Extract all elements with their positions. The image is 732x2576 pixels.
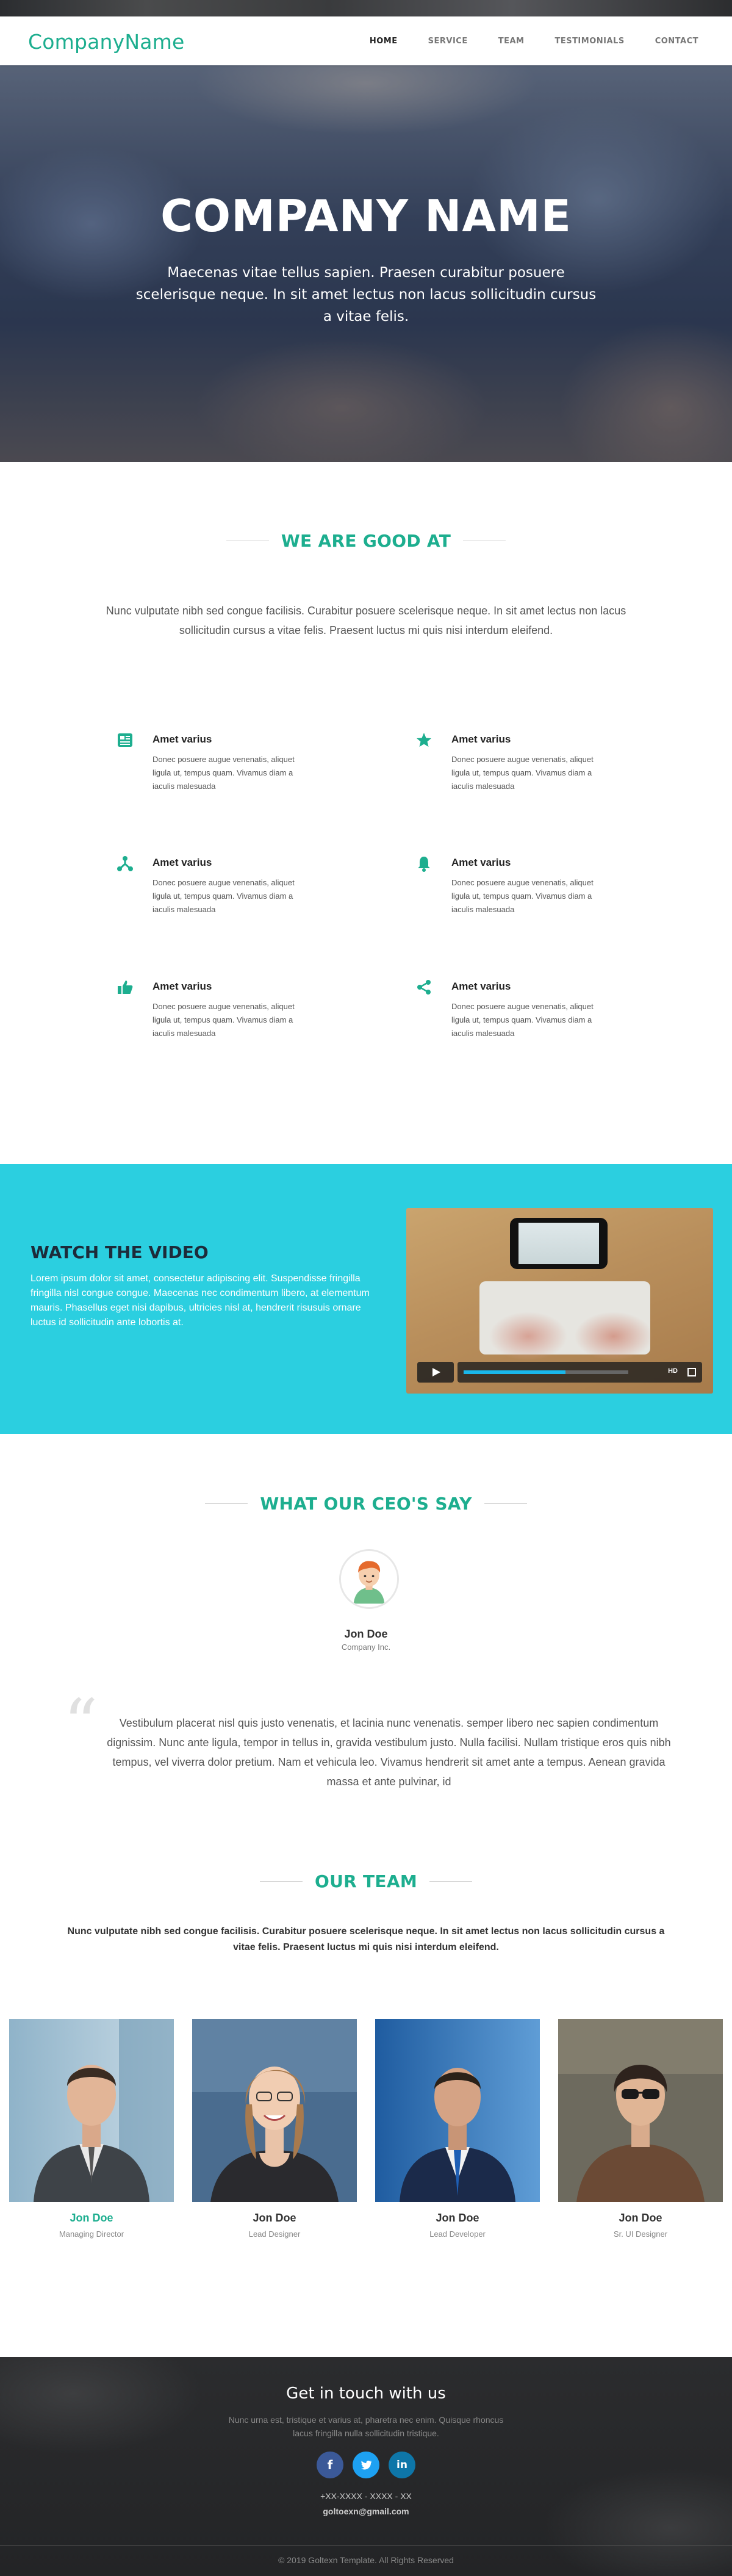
navbar: CompanyName HOME SERVICE TEAM TESTIMONIA… — [0, 16, 732, 65]
heading-line-right — [429, 1881, 472, 1882]
good-at-heading: WE ARE GOOD AT — [0, 531, 732, 551]
hd-toggle[interactable]: HD — [668, 1367, 678, 1375]
fullscreen-icon[interactable] — [687, 1368, 696, 1376]
top-strip — [0, 0, 732, 16]
team-member-photo — [192, 2019, 357, 2202]
play-icon[interactable] — [417, 1362, 454, 1383]
feature-title: Amet varius — [152, 857, 212, 868]
heading-line-left — [205, 1503, 248, 1504]
nav-service[interactable]: SERVICE — [413, 37, 483, 46]
team-member-role: Lead Designer — [248, 2229, 301, 2239]
footer: Get in touch with us Nunc urna est, tris… — [0, 2357, 732, 2576]
nav-testimonials[interactable]: TESTIMONIALS — [539, 37, 639, 46]
footer-phone: +XX-XXXX - XXXX - XX — [320, 2491, 412, 2501]
feature-text: Donec posuere augue venenatis, aliquet l… — [451, 755, 594, 791]
feature-text: Donec posuere augue venenatis, aliquet l… — [451, 878, 594, 914]
heading-line-right — [484, 1503, 527, 1504]
feature-title: Amet varius — [451, 857, 511, 868]
team-member-role: Managing Director — [59, 2229, 124, 2239]
good-at-title: WE ARE GOOD AT — [281, 531, 451, 551]
testimonials-heading: WHAT OUR CEO'S SAY — [0, 1494, 732, 1514]
team-member-card[interactable]: Jon Doe Lead Designer — [192, 2019, 357, 2239]
feature-title: Amet varius — [152, 733, 212, 745]
feature-text: Donec posuere augue venenatis, aliquet l… — [451, 1002, 594, 1038]
team-heading: OUR TEAM — [0, 1871, 732, 1891]
hero-banner: COMPANY NAME Maecenas vitae tellus sapie… — [0, 65, 732, 462]
nav-contact[interactable]: CONTACT — [640, 37, 714, 46]
footer-text: Nunc urna est, tristique et varius at, p… — [228, 2415, 504, 2438]
video-progress-fill — [464, 1370, 566, 1374]
feature-title: Amet varius — [451, 733, 511, 745]
testimonial-quote: Vestibulum placerat nisl quis justo vene… — [107, 1717, 671, 1788]
team-member-role: Sr. UI Designer — [613, 2229, 668, 2239]
video-text: Lorem ipsum dolor sit amet, consectetur … — [30, 1273, 370, 1328]
brand-logo[interactable]: CompanyName — [28, 30, 185, 54]
team-title: OUR TEAM — [314, 1871, 417, 1891]
team-member-name: Jon Doe — [70, 2212, 113, 2224]
avatar-illustration — [341, 1551, 397, 1607]
team-intro: Nunc vulputate nibh sed congue facilisis… — [67, 1926, 665, 1952]
video-frame-phone — [510, 1218, 608, 1269]
network-icon — [117, 856, 133, 871]
ceo-name: Jon Doe — [344, 1628, 388, 1640]
video-control-bar: HD — [458, 1362, 702, 1383]
team-member-name: Jon Doe — [619, 2212, 662, 2224]
ceo-company: Company Inc. — [341, 1642, 391, 1652]
nav-home[interactable]: HOME — [354, 37, 413, 46]
video-player[interactable]: HD — [406, 1208, 713, 1394]
feature-title: Amet varius — [152, 980, 212, 992]
feature-text: Donec posuere augue venenatis, aliquet l… — [152, 755, 295, 791]
nav-menu: HOME SERVICE TEAM TESTIMONIALS CONTACT — [354, 16, 714, 65]
quote-icon: “ — [63, 1685, 98, 1763]
gallery-icon — [118, 733, 132, 747]
video-progress-bar[interactable] — [464, 1370, 628, 1374]
nav-team[interactable]: TEAM — [483, 37, 540, 46]
feature-text: Donec posuere augue venenatis, aliquet l… — [152, 878, 295, 914]
team-member-role: Lead Developer — [429, 2229, 486, 2239]
team-member-name: Jon Doe — [253, 2212, 296, 2224]
hero-title: COMPANY NAME — [160, 190, 572, 242]
facebook-icon[interactable]: f — [317, 2452, 343, 2478]
team-member-photo — [375, 2019, 540, 2202]
video-title: WATCH THE VIDEO — [30, 1242, 209, 1262]
team-member-card[interactable]: Jon Doe Lead Developer — [375, 2019, 540, 2239]
twitter-icon[interactable] — [353, 2452, 379, 2478]
avatar — [339, 1549, 399, 1609]
hero-subtitle: Maecenas vitae tellus sapien. Praesen cu… — [135, 265, 597, 325]
heading-line-left — [259, 1881, 303, 1882]
team-member-name: Jon Doe — [436, 2212, 479, 2224]
good-at-intro: Nunc vulputate nibh sed congue facilisis… — [106, 605, 626, 636]
footer-email[interactable]: goltoexn@gmail.com — [0, 2506, 732, 2516]
thumbs-up-icon — [118, 980, 133, 994]
team-member-card[interactable]: Jon Doe Sr. UI Designer — [558, 2019, 723, 2239]
footer-title: Get in touch with us — [286, 2384, 446, 2403]
linkedin-icon[interactable]: in — [389, 2452, 415, 2478]
feature-title: Amet varius — [451, 980, 511, 992]
team-member-photo — [9, 2019, 174, 2202]
testimonials-title: WHAT OUR CEO'S SAY — [260, 1494, 472, 1514]
copyright: © 2019 Goltexn Template. All Rights Rese… — [278, 2555, 454, 2565]
social-links: f in — [317, 2452, 415, 2478]
share-icon — [417, 980, 431, 995]
star-icon — [417, 733, 431, 747]
team-member-photo — [558, 2019, 723, 2202]
video-controls: HD — [417, 1362, 702, 1383]
bell-icon — [418, 857, 430, 872]
team-member-card[interactable]: Jon Doe Managing Director — [9, 2019, 174, 2239]
video-section: WATCH THE VIDEO Lorem ipsum dolor sit am… — [0, 1164, 732, 1434]
feature-text: Donec posuere augue venenatis, aliquet l… — [152, 1002, 295, 1038]
